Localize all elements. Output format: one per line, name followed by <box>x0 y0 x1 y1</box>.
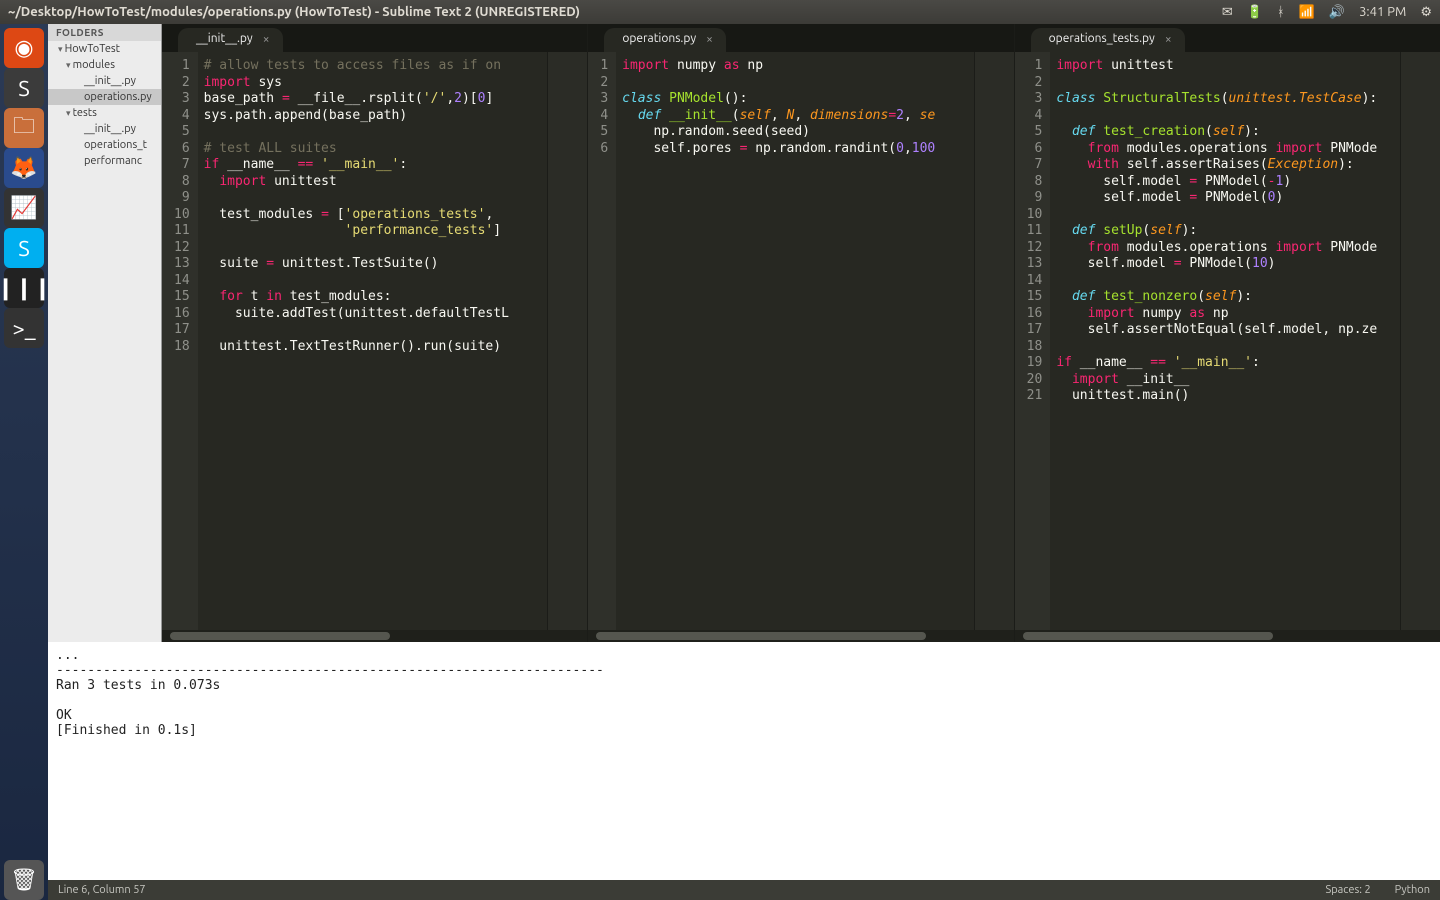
editor-pane-0: __init__.py × 123456789101112131415161718#… <box>162 24 588 642</box>
close-icon[interactable]: × <box>706 33 718 45</box>
build-output-panel[interactable]: ... ------------------------------------… <box>48 642 1440 880</box>
close-icon[interactable]: × <box>1165 33 1177 45</box>
file-operations.py[interactable]: operations.py <box>48 89 161 105</box>
launcher-files-icon[interactable]: 🗀 <box>4 108 44 148</box>
launcher-dash-icon[interactable]: ◉ <box>4 28 44 68</box>
folder-HowToTest[interactable]: HowToTest <box>48 41 161 57</box>
volume-icon[interactable]: 🔊 <box>1329 5 1345 20</box>
launcher-terminal-icon[interactable]: >_ <box>4 308 44 348</box>
line-gutter: 123456789101112131415161718 <box>162 52 198 630</box>
wifi-icon[interactable]: 📶 <box>1299 5 1315 20</box>
clock[interactable]: 3:41 PM <box>1359 5 1406 19</box>
editor-pane-1: operations.py × 123456import numpy as npcl… <box>588 24 1014 642</box>
code-view[interactable]: 123456import numpy as npclass PNModel():… <box>588 52 1013 630</box>
folder-modules[interactable]: modules <box>48 57 161 73</box>
window-title: ~/Desktop/HowToTest/modules/operations.p… <box>8 5 1222 19</box>
line-gutter: 123456789101112131415161718192021 <box>1015 52 1051 630</box>
trash-icon[interactable]: 🗑 <box>4 860 44 900</box>
minimap[interactable] <box>1400 52 1440 630</box>
status-language[interactable]: Python <box>1395 884 1430 896</box>
file-operations_t[interactable]: operations_t <box>48 137 161 153</box>
editor-area: FOLDERS HowToTestmodules__init__.pyopera… <box>48 24 1440 642</box>
code-content[interactable]: import numpy as npclass PNModel(): def _… <box>616 52 974 630</box>
editor-pane-2: operations_tests.py × 12345678910111213141… <box>1015 24 1440 642</box>
code-view[interactable]: 123456789101112131415161718192021import … <box>1015 52 1440 630</box>
folder-sidebar: FOLDERS HowToTestmodules__init__.pyopera… <box>48 24 162 642</box>
horizontal-scrollbar[interactable] <box>1015 630 1440 642</box>
launcher-colors-icon[interactable]: ❙❙❙ <box>4 268 44 308</box>
sidebar-header: FOLDERS <box>48 24 161 41</box>
status-spaces[interactable]: Spaces: 2 <box>1325 884 1370 896</box>
unity-launcher: ◉S🗀🦊📈S❙❙❙>_ 🗑 <box>0 24 48 900</box>
status-position: Line 6, Column 57 <box>58 884 1301 896</box>
launcher-firefox-icon[interactable]: 🦊 <box>4 148 44 188</box>
file-__init__.py[interactable]: __init__.py <box>48 73 161 89</box>
close-icon[interactable]: × <box>263 33 275 45</box>
tab-operations_tests.py[interactable]: operations_tests.py × <box>1031 28 1185 52</box>
tab-operations.py[interactable]: operations.py × <box>604 28 726 52</box>
minimap[interactable] <box>974 52 1014 630</box>
minimap[interactable] <box>547 52 587 630</box>
status-bar: Line 6, Column 57 Spaces: 2 Python <box>48 880 1440 900</box>
tab-__init__.py[interactable]: __init__.py × <box>178 28 283 52</box>
tab-bar: __init__.py × <box>162 24 587 52</box>
system-tray: ✉ 🔋 ᚼ 📶 🔊 3:41 PM ⚙ <box>1222 5 1432 20</box>
folder-tests[interactable]: tests <box>48 105 161 121</box>
tab-bar: operations.py × <box>588 24 1013 52</box>
launcher-monitor-icon[interactable]: 📈 <box>4 188 44 228</box>
code-content[interactable]: import unittestclass StructuralTests(uni… <box>1050 52 1400 630</box>
file-__init__.py[interactable]: __init__.py <box>48 121 161 137</box>
tab-label: operations.py <box>622 32 696 45</box>
bluetooth-icon[interactable]: ᚼ <box>1277 5 1285 19</box>
line-gutter: 123456 <box>588 52 616 630</box>
tab-bar: operations_tests.py × <box>1015 24 1440 52</box>
file-performanc[interactable]: performanc <box>48 153 161 169</box>
code-content[interactable]: # allow tests to access files as if onim… <box>198 52 548 630</box>
battery-icon[interactable]: 🔋 <box>1247 5 1263 20</box>
gear-icon[interactable]: ⚙ <box>1420 5 1432 20</box>
tab-label: operations_tests.py <box>1049 32 1155 45</box>
launcher-skype-icon[interactable]: S <box>4 228 44 268</box>
horizontal-scrollbar[interactable] <box>162 630 587 642</box>
mail-icon[interactable]: ✉ <box>1222 5 1233 20</box>
launcher-sublime-icon[interactable]: S <box>4 68 44 108</box>
horizontal-scrollbar[interactable] <box>588 630 1013 642</box>
code-view[interactable]: 123456789101112131415161718# allow tests… <box>162 52 587 630</box>
system-menubar: ~/Desktop/HowToTest/modules/operations.p… <box>0 0 1440 24</box>
folder-tree[interactable]: HowToTestmodules__init__.pyoperations.py… <box>48 41 161 642</box>
tab-label: __init__.py <box>196 32 253 45</box>
